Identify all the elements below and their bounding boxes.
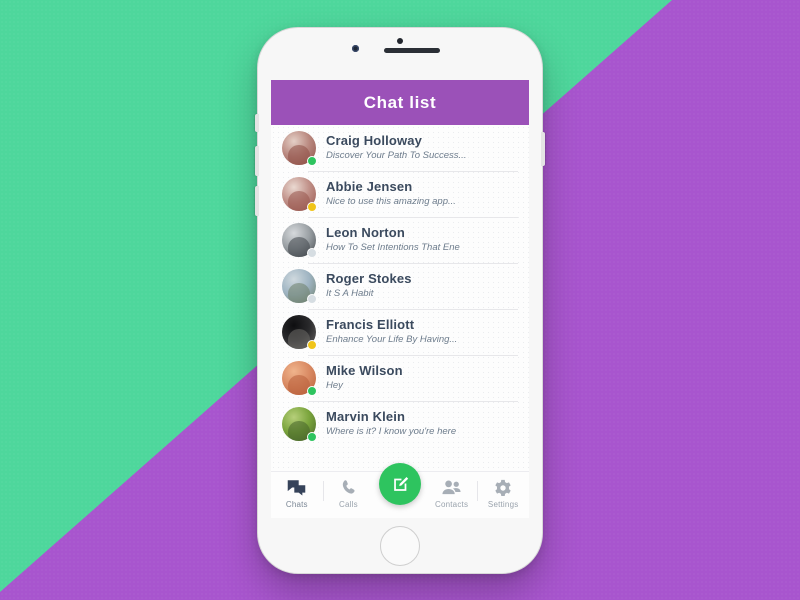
home-button[interactable] [380,526,420,566]
chat-contact-name: Mike Wilson [326,363,403,379]
chat-contact-name: Leon Norton [326,225,405,241]
nav-label: Chats [285,500,308,509]
silent-switch[interactable] [255,114,259,132]
status-dot-offline [307,248,317,258]
avatar[interactable] [282,269,317,304]
chat-list-item[interactable]: Leon Norton How To Set Intentions That En… [271,217,529,263]
chat-text-block: Francis Elliott Enhance Your Life By Havi… [326,317,457,346]
avatar[interactable] [282,177,317,212]
avatar[interactable] [282,407,317,442]
status-dot-away [307,202,317,212]
nav-label: Contacts [434,500,469,509]
avatar[interactable] [282,131,317,166]
people-icon [442,478,461,497]
chat-message-preview: Nice to use this amazing app... [326,195,456,207]
nav-item-settings[interactable]: Settings [477,472,529,518]
chat-message-preview: Where is it? I know you're here [326,425,457,437]
chat-list-item[interactable]: Abbie Jensen Nice to use this amazing app… [271,171,529,217]
chat-message-preview: Discover Your Path To Success... [326,149,467,161]
chat-contact-name: Francis Elliott [326,317,415,333]
phone-handset-icon [340,478,356,497]
avatar[interactable] [282,223,317,258]
phone-device: Chat list Craig Holloway Discover Your Pa… [255,28,545,573]
chat-message-preview: Enhance Your Life By Having... [326,333,458,345]
chat-contact-name: Abbie Jensen [326,179,413,195]
chat-list-item[interactable]: Mike Wilson Hey [271,355,529,401]
volume-up-button[interactable] [255,146,259,176]
chat-contact-name: Marvin Klein [326,409,406,425]
proximity-sensor-icon [397,38,403,44]
chat-message-preview: It S A Habit [326,287,374,299]
status-dot-offline [307,294,317,304]
chat-list-item[interactable]: Craig Holloway Discover Your Path To Succ… [271,125,529,171]
compose-fab-button[interactable] [379,463,421,505]
nav-label: Calls [339,500,358,509]
chat-text-block: Roger Stokes It S A Habit [326,271,412,300]
chat-contact-name: Roger Stokes [326,271,412,287]
chat-message-preview: How To Set Intentions That Ene [326,241,460,253]
chat-text-block: Leon Norton How To Set Intentions That En… [326,225,460,254]
app-header: Chat list [271,80,529,125]
phone-screen: Chat list Craig Holloway Discover Your Pa… [271,80,529,518]
nav-label: Settings [487,500,519,509]
status-dot-online [307,432,317,442]
avatar[interactable] [282,315,317,350]
nav-item-chats[interactable]: Chats [271,472,323,518]
chat-contact-name: Craig Holloway [326,133,423,149]
chat-text-block: Craig Holloway Discover Your Path To Succ… [326,133,466,162]
gear-icon [494,478,512,497]
power-button[interactable] [541,132,545,166]
chat-list-item[interactable]: Francis Elliott Enhance Your Life By Havi… [271,309,529,355]
earpiece-speaker-icon [384,48,440,53]
status-dot-online [307,156,317,166]
chat-list-item[interactable]: Marvin Klein Where is it? I know you're h… [271,401,529,447]
phone-top-hardware [258,28,542,80]
chat-list[interactable]: Craig Holloway Discover Your Path To Succ… [271,125,529,471]
page-title: Chat list [363,92,437,112]
avatar[interactable] [282,361,317,396]
chat-message-preview: Hey [326,379,343,391]
chat-text-block: Abbie Jensen Nice to use this amazing app… [326,179,456,208]
nav-item-calls[interactable]: Calls [322,472,375,518]
chat-list-item[interactable]: Roger Stokes It S A Habit [271,263,529,309]
compose-pencil-icon [393,476,408,491]
status-dot-online [307,386,317,396]
chat-text-block: Marvin Klein Where is it? I know you're h… [326,409,456,438]
front-camera-icon [352,45,359,52]
nav-item-contacts[interactable]: Contacts [426,472,478,518]
wallpaper-background: Chat list Craig Holloway Discover Your Pa… [0,0,800,600]
chat-bubbles-icon [287,478,306,497]
volume-down-button[interactable] [255,186,259,216]
status-dot-away [307,340,317,350]
chat-text-block: Mike Wilson Hey [326,363,403,392]
